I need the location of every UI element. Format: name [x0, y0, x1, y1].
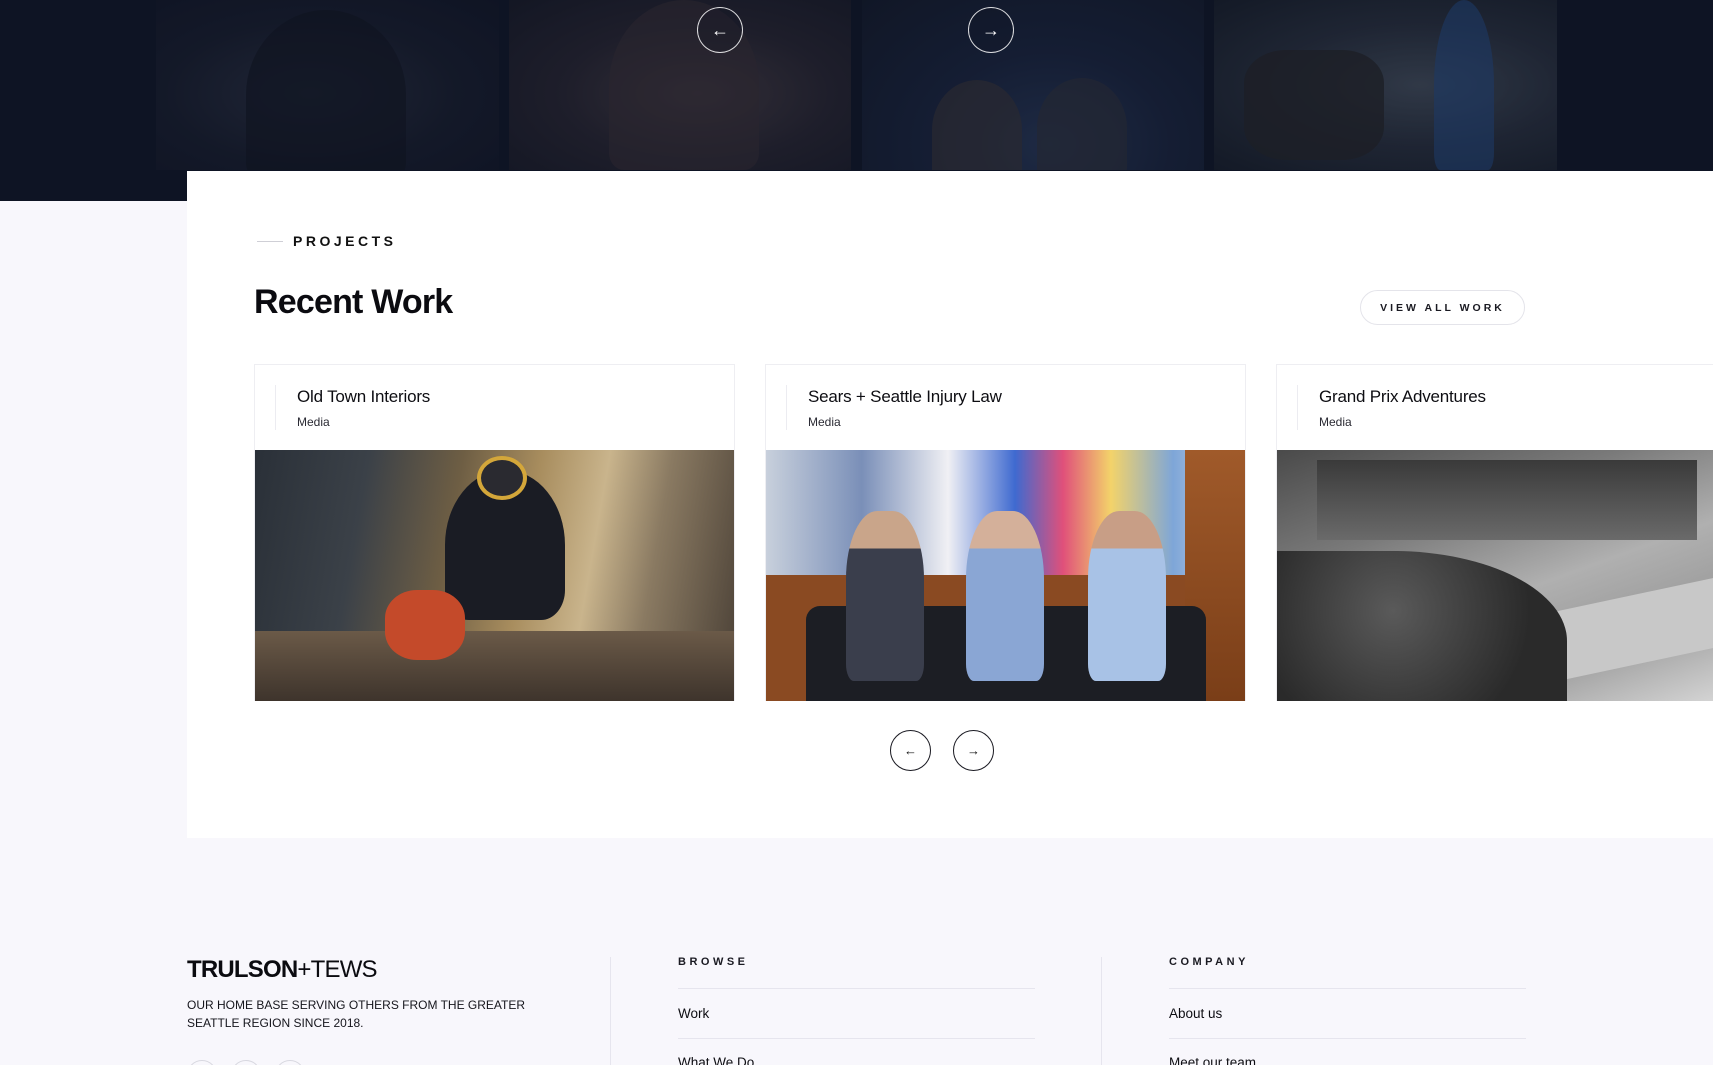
gallery-image [509, 0, 851, 170]
gallery-image [862, 0, 1204, 170]
card-image[interactable] [1277, 450, 1713, 701]
social-icon[interactable] [187, 1060, 217, 1065]
card-divider [275, 385, 276, 430]
hero-prev-button[interactable]: ← [697, 7, 743, 53]
footer-divider [678, 1038, 1035, 1039]
card-title[interactable]: Sears + Seattle Injury Law [808, 387, 1245, 407]
footer-browse-title: BROWSE [678, 956, 749, 968]
card-divider [786, 385, 787, 430]
footer-divider [610, 957, 611, 1065]
card-title[interactable]: Grand Prix Adventures [1319, 387, 1713, 407]
footer-tagline: OUR HOME BASE SERVING OTHERS FROM THE GR… [187, 998, 526, 1030]
footer-divider [678, 988, 1035, 989]
footer-link-about-us[interactable]: About us [1169, 1006, 1222, 1021]
card-divider [1297, 385, 1298, 430]
card-title[interactable]: Old Town Interiors [297, 387, 734, 407]
social-icon[interactable] [275, 1060, 305, 1065]
project-card[interactable]: Grand Prix Adventures Media [1276, 364, 1713, 701]
footer-divider [1169, 988, 1526, 989]
arrow-right-icon: → [982, 19, 1000, 40]
arrow-right-icon: → [967, 743, 980, 758]
card-header: Old Town Interiors Media [255, 365, 734, 450]
footer-link-what-we-do[interactable]: What We Do [678, 1055, 754, 1065]
section-title: Recent Work [254, 283, 453, 321]
section-eyebrow: PROJECTS [257, 233, 396, 249]
carousel-next-button[interactable]: → [953, 730, 994, 771]
card-category: Media [1319, 415, 1352, 429]
carousel-prev-button[interactable]: ← [890, 730, 931, 771]
eyebrow-line [257, 240, 283, 242]
card-header: Sears + Seattle Injury Law Media [766, 365, 1245, 450]
card-category: Media [808, 415, 841, 429]
footer-logo[interactable]: TRULSON+TEWS [187, 956, 378, 984]
footer-divider [1101, 957, 1102, 1065]
hero-next-button[interactable]: → [968, 7, 1014, 53]
gallery-image [156, 0, 499, 170]
card-image[interactable] [766, 450, 1245, 701]
card-header: Grand Prix Adventures Media [1277, 365, 1713, 450]
social-icon[interactable] [231, 1060, 261, 1065]
card-category: Media [297, 415, 330, 429]
footer-link-meet-our-team[interactable]: Meet our team [1169, 1055, 1256, 1065]
project-card[interactable]: Sears + Seattle Injury Law Media [765, 364, 1246, 701]
footer-link-work[interactable]: Work [678, 1006, 709, 1021]
project-card[interactable]: Old Town Interiors Media [254, 364, 735, 701]
footer-company-title: COMPANY [1169, 956, 1249, 968]
footer-divider [1169, 1038, 1526, 1039]
logo-bold-text: TRULSON [187, 956, 298, 983]
arrow-left-icon: ← [711, 19, 729, 40]
logo-text: +TEWS [297, 956, 377, 983]
view-all-work-button[interactable]: VIEW ALL WORK [1360, 290, 1525, 325]
card-image[interactable] [255, 450, 734, 701]
arrow-left-icon: ← [904, 743, 917, 758]
eyebrow-label: PROJECTS [293, 233, 397, 249]
projects-section: PROJECTS Recent Work VIEW ALL WORK Old T… [187, 171, 1713, 838]
gallery-image [1214, 0, 1557, 170]
